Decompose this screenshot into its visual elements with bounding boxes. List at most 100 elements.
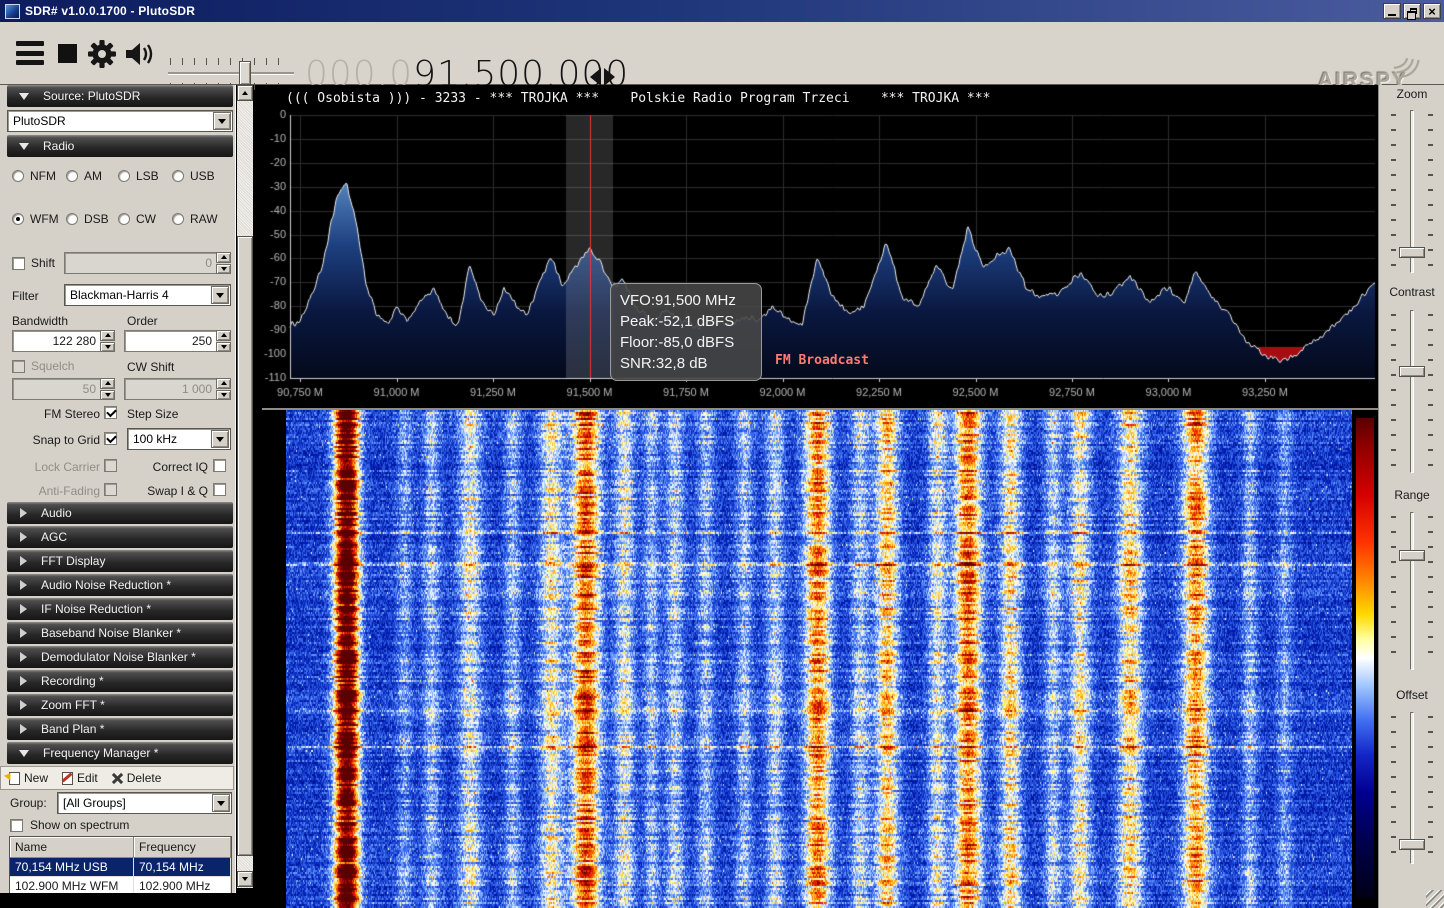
table-row[interactable]: 70,154 MHz USB 70,154 MHz <box>10 858 231 877</box>
spin-down-button[interactable] <box>216 342 231 353</box>
panel-header-fft-display[interactable]: FFT Display <box>7 550 233 572</box>
zoom-slider-label: Zoom <box>1379 87 1444 101</box>
spin-up-button[interactable] <box>100 378 115 389</box>
minimize-button[interactable] <box>1383 3 1401 19</box>
scrollbar-thumb[interactable] <box>237 236 253 856</box>
offset-slider[interactable] <box>1391 712 1433 864</box>
band-plan-label: FM Broadcast <box>775 353 869 368</box>
range-slider[interactable] <box>1391 512 1433 670</box>
mode-dsb-radio[interactable]: DSB <box>66 212 109 226</box>
menu-button[interactable] <box>16 41 44 65</box>
scroll-up-button[interactable] <box>237 85 253 101</box>
shift-checkbox[interactable]: Shift <box>12 256 55 270</box>
delete-entry-button[interactable]: Delete <box>112 771 162 785</box>
slider-thumb[interactable] <box>1399 839 1425 850</box>
gear-icon <box>86 38 118 70</box>
slider-thumb[interactable] <box>1399 247 1425 258</box>
dropdown-button[interactable] <box>213 112 231 130</box>
airspy-logo-arcs-icon <box>1393 55 1423 81</box>
mute-button[interactable] <box>124 40 158 71</box>
spin-down-button[interactable] <box>216 264 231 275</box>
order-spinner[interactable]: 250 <box>124 330 231 352</box>
settings-button[interactable] <box>86 38 118 73</box>
frequency-step-down-button[interactable] <box>590 68 601 86</box>
squelch-spinner[interactable]: 50 <box>12 378 115 400</box>
frequency-step-up-button[interactable] <box>604 68 615 86</box>
edit-entry-icon <box>62 772 73 785</box>
panel-header-audio-noise-reduction[interactable]: Audio Noise Reduction * <box>7 574 233 596</box>
mode-am-radio[interactable]: AM <box>66 169 102 183</box>
bandwidth-spinner[interactable]: 122 280 <box>12 330 115 352</box>
lock-carrier-label: Lock Carrier <box>10 460 100 474</box>
volume-track[interactable] <box>168 72 294 75</box>
mode-wfm-radio[interactable]: WFM <box>12 212 59 226</box>
mode-usb-radio[interactable]: USB <box>172 169 215 183</box>
slider-thumb[interactable] <box>1399 366 1425 377</box>
slider-thumb[interactable] <box>1399 550 1425 561</box>
spin-up-button[interactable] <box>216 378 231 389</box>
correct-iq-checkbox[interactable] <box>213 459 226 472</box>
slider-track[interactable] <box>1410 512 1414 670</box>
source-select[interactable]: PlutoSDR <box>7 110 233 132</box>
fm-stereo-checkbox[interactable] <box>104 406 117 419</box>
restore-button[interactable] <box>1403 3 1421 19</box>
panel-header-recording[interactable]: Recording * <box>7 670 233 692</box>
panel-header-zoom-fft[interactable]: Zoom FFT * <box>7 694 233 716</box>
snap-to-grid-checkbox[interactable] <box>104 432 117 445</box>
panel-header-baseband-noise-blanker[interactable]: Baseband Noise Blanker * <box>7 622 233 644</box>
scroll-down-button[interactable] <box>237 871 253 887</box>
slider-ticks <box>1391 314 1396 469</box>
title-bar[interactable]: SDR# v1.0.0.1700 - PlutoSDR × <box>0 0 1444 22</box>
spin-down-button[interactable] <box>100 390 115 401</box>
sidebar-scrollbar[interactable] <box>237 85 253 888</box>
chevron-right-icon <box>20 604 27 614</box>
resize-grip[interactable] <box>1426 890 1444 908</box>
filter-select[interactable]: Blackman-Harris 4 <box>64 284 231 306</box>
new-entry-button[interactable]: New <box>9 771 48 785</box>
close-button[interactable]: × <box>1423 3 1441 19</box>
control-sidebar: Source: PlutoSDR PlutoSDR Radio NFM AM L… <box>0 85 236 893</box>
rds-text: ((( Osobista ))) - 3233 - *** TROJKA ***… <box>286 91 990 106</box>
panel-header-audio[interactable]: Audio <box>7 502 233 524</box>
anti-fading-checkbox[interactable] <box>104 483 117 496</box>
mode-lsb-radio[interactable]: LSB <box>118 169 159 183</box>
slider-track[interactable] <box>1410 310 1414 473</box>
slider-ticks <box>1428 716 1433 860</box>
main-toolbar: 000.091.500.000 AIRSPY <box>0 22 1444 85</box>
dropdown-button[interactable] <box>212 794 230 812</box>
zoom-slider[interactable] <box>1391 110 1433 273</box>
panel-header-source[interactable]: Source: PlutoSDR <box>7 85 233 107</box>
spin-down-button[interactable] <box>216 390 231 401</box>
panel-header-demodulator-noise-blanker[interactable]: Demodulator Noise Blanker * <box>7 646 233 668</box>
mode-raw-radio[interactable]: RAW <box>172 212 218 226</box>
spin-up-button[interactable] <box>216 330 231 341</box>
panel-header-band-plan[interactable]: Band Plan * <box>7 718 233 740</box>
panel-header-radio[interactable]: Radio <box>7 135 233 157</box>
mode-cw-radio[interactable]: CW <box>118 212 156 226</box>
volume-thumb[interactable] <box>239 61 251 85</box>
mode-nfm-radio[interactable]: NFM <box>12 169 56 183</box>
dropdown-button[interactable] <box>211 286 229 304</box>
squelch-checkbox[interactable]: Squelch <box>12 359 74 373</box>
spin-up-button[interactable] <box>100 330 115 341</box>
column-header-frequency[interactable]: Frequency <box>134 837 231 858</box>
show-on-spectrum-checkbox[interactable]: Show on spectrum <box>10 818 129 832</box>
step-size-select[interactable]: 100 kHz <box>127 428 231 450</box>
group-select[interactable]: [All Groups] <box>57 792 232 814</box>
dropdown-button[interactable] <box>211 430 229 448</box>
column-header-name[interactable]: Name <box>10 837 134 858</box>
lock-carrier-checkbox[interactable] <box>104 459 117 472</box>
spin-down-button[interactable] <box>100 342 115 353</box>
contrast-slider[interactable] <box>1391 310 1433 473</box>
stop-button[interactable] <box>58 44 77 63</box>
panel-header-agc[interactable]: AGC <box>7 526 233 548</box>
swap-iq-checkbox[interactable] <box>213 483 226 496</box>
panel-header-if-noise-reduction[interactable]: IF Noise Reduction * <box>7 598 233 620</box>
panel-header-frequency-manager[interactable]: Frequency Manager * <box>7 742 233 764</box>
edit-entry-button[interactable]: Edit <box>62 771 98 785</box>
waterfall-panel <box>262 410 1378 908</box>
spin-up-button[interactable] <box>216 252 231 263</box>
cw-shift-spinner[interactable]: 1 000 <box>124 378 231 400</box>
waterfall-canvas[interactable] <box>286 410 1352 908</box>
shift-spinner[interactable]: 0 <box>64 252 231 274</box>
